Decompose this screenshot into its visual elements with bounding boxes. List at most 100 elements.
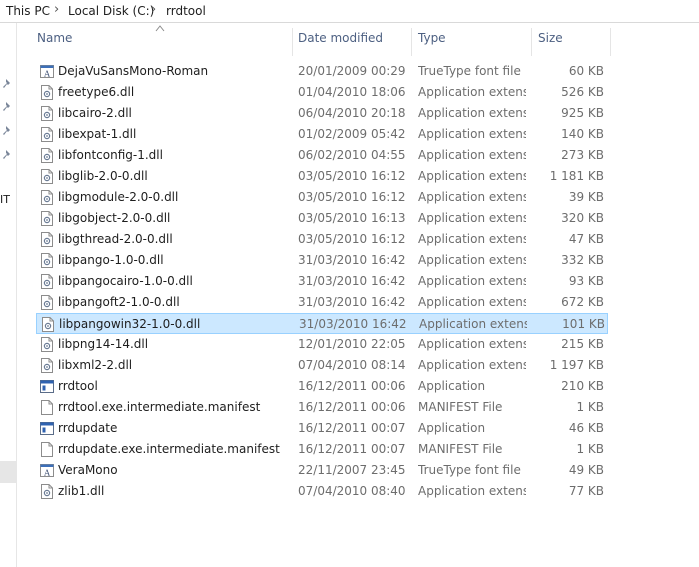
font-file-icon: A — [40, 64, 54, 79]
file-name: rrdupdate — [58, 421, 118, 435]
breadcrumb-this-pc[interactable]: This PC — [6, 4, 50, 18]
file-row[interactable]: freetype6.dll 01/04/2010 18:06 Application… — [36, 82, 608, 103]
breadcrumb-separator-icon[interactable]: › — [151, 2, 156, 17]
file-type: Application — [418, 379, 486, 393]
dll-file-icon — [41, 317, 55, 332]
file-row[interactable]: rrdtool 16/12/2011 00:06 Application 210 KB — [36, 376, 608, 397]
file-name: rrdupdate.exe.intermediate.manifest — [58, 442, 280, 456]
dll-file-icon — [40, 127, 54, 142]
dll-file-icon — [40, 232, 54, 247]
file-row[interactable]: rrdupdate 16/12/2011 00:07 Application 46 K… — [36, 418, 608, 439]
file-size: 273 KB — [561, 148, 604, 162]
file-type: Application extens... — [418, 148, 526, 162]
file-row[interactable]: libpangowin32-1.0-0.dll 31/03/2010 16:42 A… — [36, 313, 608, 334]
file-row[interactable]: libgthread-2.0-0.dll 03/05/2010 16:12 Appl… — [36, 229, 608, 250]
column-header-type[interactable]: Type — [418, 31, 446, 55]
dll-file-icon — [40, 211, 54, 226]
file-size: 672 KB — [561, 295, 604, 309]
file-name: libfontconfig-1.dll — [58, 148, 163, 162]
file-size: 93 KB — [568, 274, 604, 288]
file-row[interactable]: libgmodule-2.0-0.dll 03/05/2010 16:12 Appl… — [36, 187, 608, 208]
file-type: Application extens... — [418, 274, 526, 288]
file-type: Application extens... — [418, 295, 526, 309]
file-row[interactable]: libfontconfig-1.dll 06/02/2010 04:55 Appli… — [36, 145, 608, 166]
file-size: 1 197 KB — [549, 358, 604, 372]
file-row[interactable]: libglib-2.0-0.dll 03/05/2010 16:12 Applica… — [36, 166, 608, 187]
file-row[interactable]: rrdtool.exe.intermediate.manifest 16/12/2… — [36, 397, 608, 418]
file-type: Application extens... — [418, 484, 526, 498]
column-divider[interactable] — [610, 28, 611, 56]
dll-file-icon — [40, 190, 54, 205]
file-size: 1 181 KB — [549, 169, 604, 183]
navigation-pane[interactable]: IT — [0, 23, 17, 567]
column-divider[interactable] — [531, 28, 532, 56]
file-date-modified: 20/01/2009 00:29 — [298, 64, 406, 78]
font-file-icon: A — [40, 463, 54, 478]
file-name: libgmodule-2.0-0.dll — [58, 190, 179, 204]
file-name: DejaVuSansMono-Roman — [58, 64, 209, 78]
file-size: 925 KB — [561, 106, 604, 120]
file-date-modified: 07/04/2010 08:14 — [298, 358, 406, 372]
file-type: Application extens... — [418, 232, 526, 246]
file-name: libpng14-14.dll — [58, 337, 149, 351]
file-name: rrdtool.exe.intermediate.manifest — [58, 400, 261, 414]
column-header-name[interactable]: Name — [37, 31, 72, 55]
file-type: Application extens... — [418, 358, 526, 372]
file-row[interactable]: libexpat-1.dll 01/02/2009 05:42 Applicatio… — [36, 124, 608, 145]
breadcrumb-local-disk[interactable]: Local Disk (C:) — [68, 4, 154, 18]
file-date-modified: 31/03/2010 16:42 — [299, 317, 407, 331]
blank-file-icon — [40, 442, 54, 457]
file-name: libpangoft2-1.0-0.dll — [58, 295, 180, 309]
dll-file-icon — [40, 106, 54, 121]
file-date-modified: 03/05/2010 16:12 — [298, 232, 406, 246]
file-date-modified: 22/11/2007 23:45 — [298, 463, 406, 477]
file-type: MANIFEST File — [418, 400, 503, 414]
file-size: 77 KB — [568, 484, 604, 498]
file-name: zlib1.dll — [58, 484, 105, 498]
nav-item-partial[interactable]: IT — [0, 193, 10, 206]
column-header-date[interactable]: Date modified — [298, 31, 383, 55]
file-size: 526 KB — [561, 85, 604, 99]
pin-icon — [3, 102, 10, 111]
dll-file-icon — [40, 85, 54, 100]
column-header-size[interactable]: Size — [538, 31, 563, 55]
dll-file-icon — [40, 295, 54, 310]
file-name: rrdtool — [58, 379, 98, 393]
file-type: Application extens... — [418, 85, 526, 99]
column-divider[interactable] — [292, 28, 293, 56]
file-row[interactable]: libgobject-2.0-0.dll 03/05/2010 16:13 Appl… — [36, 208, 608, 229]
file-row[interactable]: A DejaVuSansMono-Roman 20/01/2009 00:29 Tru… — [36, 61, 608, 82]
file-type: Application — [418, 421, 486, 435]
column-divider[interactable] — [411, 28, 412, 56]
file-name: libglib-2.0-0.dll — [58, 169, 148, 183]
file-size: 101 KB — [562, 317, 605, 331]
file-type: Application extens... — [418, 169, 526, 183]
file-row[interactable]: libpangocairo-1.0-0.dll 31/03/2010 16:42 A… — [36, 271, 608, 292]
file-row[interactable]: libxml2-2.dll 07/04/2010 08:14 Application… — [36, 355, 608, 376]
file-type: Application extens... — [418, 253, 526, 267]
breadcrumb-rrdtool[interactable]: rrdtool — [166, 4, 206, 18]
breadcrumb-separator-icon[interactable]: › — [54, 2, 59, 17]
dll-file-icon — [40, 148, 54, 163]
file-type: MANIFEST File — [418, 442, 503, 456]
address-bar[interactable]: This PC › Local Disk (C:) › rrdtool — [0, 0, 699, 23]
file-row[interactable]: libcairo-2.dll 06/04/2010 20:18 Applicatio… — [36, 103, 608, 124]
file-size: 47 KB — [568, 232, 604, 246]
file-size: 210 KB — [561, 379, 604, 393]
file-type: Application extens... — [419, 317, 527, 331]
application-icon — [40, 379, 54, 394]
file-row[interactable]: libpng14-14.dll 12/01/2010 22:05 Applicati… — [36, 334, 608, 355]
file-name: libexpat-1.dll — [58, 127, 137, 141]
file-name: VeraMono — [58, 463, 118, 477]
svg-text:A: A — [43, 70, 50, 79]
file-date-modified: 16/12/2011 00:06 — [298, 379, 406, 393]
file-row[interactable]: libpangoft2-1.0-0.dll 31/03/2010 16:42 App… — [36, 292, 608, 313]
file-date-modified: 03/05/2010 16:12 — [298, 190, 406, 204]
file-row[interactable]: A VeraMono 22/11/2007 23:45 TrueType font f… — [36, 460, 608, 481]
file-date-modified: 31/03/2010 16:42 — [298, 253, 406, 267]
file-row[interactable]: libpango-1.0-0.dll 31/03/2010 16:42 Applic… — [36, 250, 608, 271]
nav-item-selected[interactable] — [0, 461, 16, 483]
file-row[interactable]: zlib1.dll 07/04/2010 08:40 Application ext… — [36, 481, 608, 502]
file-row[interactable]: rrdupdate.exe.intermediate.manifest 16/12… — [36, 439, 608, 460]
file-name: libgobject-2.0-0.dll — [58, 211, 171, 225]
